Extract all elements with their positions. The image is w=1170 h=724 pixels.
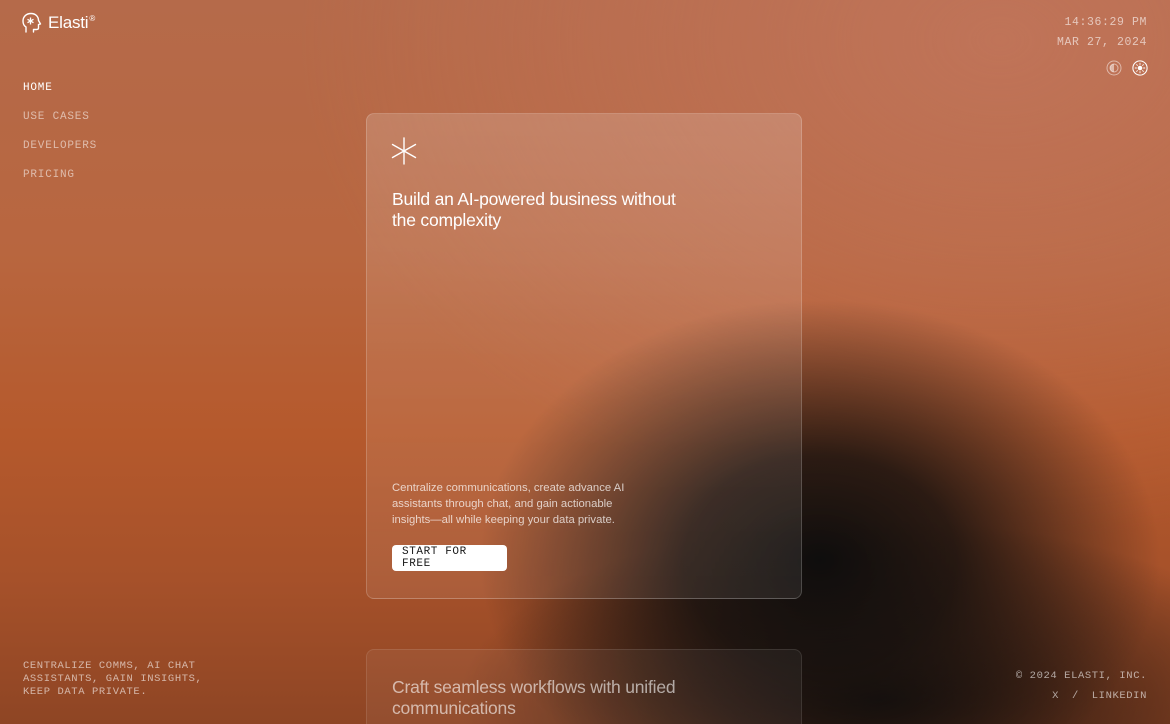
head-sparkle-icon (22, 12, 42, 34)
brand-name: Elasti® (48, 13, 96, 32)
hero-card: Build an AI-powered business without the… (366, 113, 802, 599)
link-separator: / (1071, 690, 1079, 702)
theme-toggles (1106, 60, 1148, 76)
linkedin-link[interactable]: LINKEDIN (1092, 690, 1147, 702)
main-nav: HOME USE CASES DEVELOPERS PRICING (23, 82, 97, 181)
nav-item-developers[interactable]: DEVELOPERS (23, 140, 97, 152)
copyright: © 2024 ELASTI, INC. (1015, 670, 1147, 682)
nav-item-pricing[interactable]: PRICING (23, 169, 97, 181)
start-for-free-button[interactable]: START FOR FREE (392, 545, 507, 571)
clock: 14:36:29 PM MAR 27, 2024 (1057, 13, 1147, 53)
footer-tagline: CENTRALIZE COMMS, AI CHAT ASSISTANTS, GA… (23, 660, 203, 698)
contrast-icon[interactable] (1106, 60, 1122, 76)
workflows-headline: Craft seamless workflows with unified co… (392, 677, 676, 718)
registered-mark: ® (89, 14, 96, 24)
x-link[interactable]: X (1052, 690, 1059, 702)
hero-headline: Build an AI-powered business without the… (392, 189, 676, 230)
social-links: X / LINKEDIN (1016, 686, 1147, 706)
workflows-card: Craft seamless workflows with unified co… (366, 649, 802, 724)
nav-item-use-cases[interactable]: USE CASES (23, 111, 97, 123)
nav-item-home[interactable]: HOME (23, 82, 97, 94)
sun-icon[interactable] (1132, 60, 1148, 76)
clock-time: 14:36:29 PM (1064, 16, 1147, 29)
hero-description: Centralize communications, create advanc… (392, 482, 625, 526)
brand-logo[interactable]: Elasti® (22, 12, 95, 34)
asterisk-icon (391, 137, 417, 170)
clock-date: MAR 27, 2024 (1056, 36, 1147, 49)
footer-right: © 2024 ELASTI, INC. X / LINKEDIN (1016, 666, 1147, 706)
